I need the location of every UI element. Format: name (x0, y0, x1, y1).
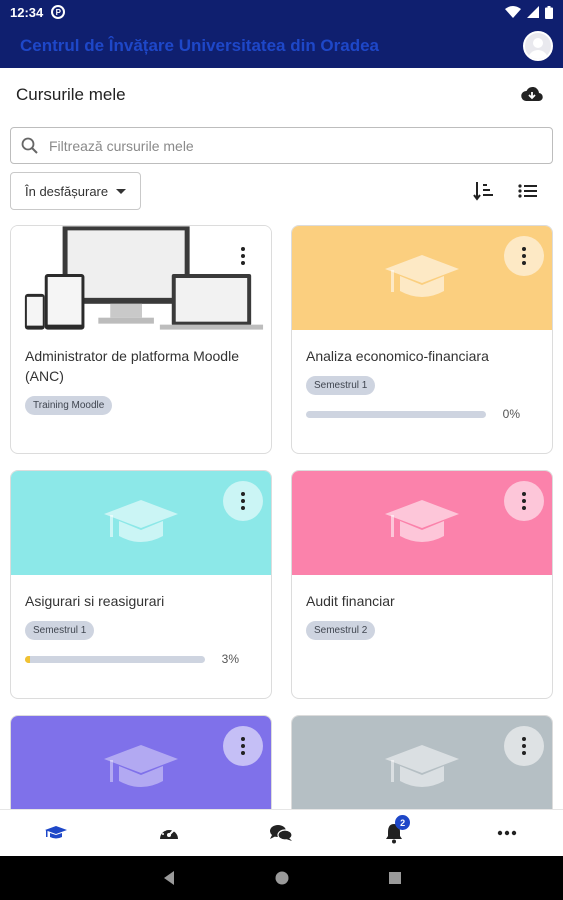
course-progress: 0% (306, 407, 538, 421)
kebab-dot (522, 254, 526, 258)
course-card[interactable]: Administrator de platforma Moodle (ANC) … (10, 225, 272, 454)
kebab-dot (241, 247, 245, 251)
progress-label: 0% (502, 407, 520, 421)
course-menu-button[interactable] (223, 236, 263, 276)
sort-icon[interactable] (473, 181, 495, 201)
kebab-dot (241, 499, 245, 503)
cloud-download-icon[interactable] (519, 82, 545, 108)
course-name[interactable]: Asigurari si reasigurari (25, 591, 257, 611)
course-card[interactable]: Analiza economico-financiara Semestrul 1… (291, 225, 553, 454)
kebab-dot (241, 751, 245, 755)
course-name[interactable]: Administrator de platforma Moodle (ANC) (25, 346, 257, 386)
search-input[interactable] (49, 137, 529, 154)
kebab-dot (522, 751, 526, 755)
kebab-dot (241, 737, 245, 741)
page-header: Cursurile mele (0, 68, 563, 122)
more-icon (497, 830, 516, 836)
graduation-cap-icon (45, 826, 68, 839)
recents-icon[interactable] (388, 871, 402, 885)
progress-label: 3% (221, 652, 239, 666)
kebab-dot (522, 492, 526, 496)
home-icon[interactable] (274, 870, 290, 886)
progress-fill (25, 655, 31, 663)
course-category-badge: Semestrul 2 (306, 621, 376, 640)
course-image (292, 471, 552, 575)
kebab-dot (522, 506, 526, 510)
course-name[interactable]: Audit financiar (306, 591, 538, 611)
course-image (292, 716, 552, 820)
kebab-dot (522, 744, 526, 748)
nav-my-courses[interactable] (36, 813, 76, 853)
course-card[interactable]: Asigurari si reasigurari Semestrul 1 3% (10, 470, 272, 699)
back-icon[interactable] (162, 870, 176, 886)
status-filter-dropdown[interactable]: În desfășurare (10, 172, 142, 210)
course-menu-button[interactable] (223, 726, 263, 766)
nav-more[interactable] (487, 813, 527, 853)
page-title: Cursurile mele (16, 85, 126, 104)
course-progress: 3% (25, 652, 257, 666)
nav-messages[interactable] (261, 813, 301, 853)
kebab-dot (241, 506, 245, 510)
progress-bar (25, 655, 205, 663)
messages-icon (270, 825, 294, 841)
course-name[interactable]: Analiza economico-financiara (306, 346, 538, 366)
course-category-badge: Semestrul 1 (306, 376, 376, 395)
graduation-cap-icon (104, 500, 178, 542)
app-title: Centrul de Învățare Universitatea din Or… (20, 36, 380, 55)
search-icon (21, 137, 38, 154)
kebab-dot (522, 261, 526, 265)
course-menu-button[interactable] (504, 481, 544, 521)
filter-row: În desfășurare (10, 172, 553, 210)
course-image (11, 716, 271, 820)
notification-p-icon: P (51, 5, 66, 19)
course-image (292, 226, 552, 330)
status-time: 12:34 (10, 4, 44, 20)
system-navigation-bar (0, 856, 563, 900)
course-menu-button[interactable] (504, 726, 544, 766)
kebab-dot (241, 254, 245, 258)
course-menu-button[interactable] (223, 481, 263, 521)
kebab-dot (241, 492, 245, 496)
user-avatar[interactable] (523, 31, 553, 61)
app-bar: Centrul de Învățare Universitatea din Or… (0, 24, 563, 68)
kebab-dot (241, 261, 245, 265)
wifi-icon (505, 6, 521, 18)
status-filter-label: În desfășurare (25, 183, 109, 199)
graduation-cap-icon (385, 745, 459, 787)
nav-notifications[interactable]: 2 (374, 813, 414, 853)
kebab-dot (522, 737, 526, 741)
course-category-badge: Training Moodle (25, 396, 113, 415)
kebab-dot (522, 499, 526, 503)
caret-down-icon (116, 188, 127, 194)
graduation-cap-icon (385, 500, 459, 542)
battery-icon (545, 5, 553, 19)
list-view-icon[interactable] (517, 181, 539, 201)
course-category-badge: Semestrul 1 (25, 621, 95, 640)
kebab-dot (241, 744, 245, 748)
progress-bar (306, 410, 486, 418)
notifications-badge: 2 (395, 815, 411, 830)
dashboard-icon (159, 827, 178, 839)
nav-dashboard[interactable] (149, 813, 189, 853)
course-image (11, 471, 271, 575)
course-menu-button[interactable] (504, 236, 544, 276)
graduation-cap-icon (104, 745, 178, 787)
course-image-devices (11, 226, 271, 330)
search-box[interactable] (10, 127, 553, 164)
status-bar: 12:34 P (0, 0, 563, 24)
signal-icon (527, 6, 539, 18)
kebab-dot (522, 247, 526, 251)
graduation-cap-icon (385, 255, 459, 297)
bottom-navigation: 2 (0, 809, 563, 856)
course-card[interactable]: Audit financiar Semestrul 2 (291, 470, 553, 699)
